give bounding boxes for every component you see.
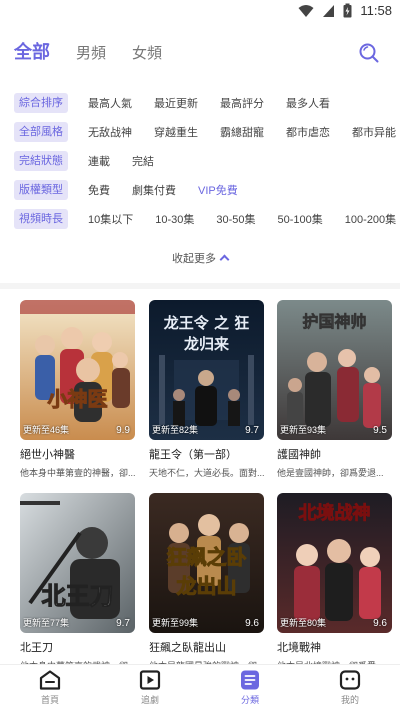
poster-image: 小神医 更新至46集 9.9 (20, 300, 135, 440)
filter-option[interactable]: 免費 (88, 182, 110, 198)
battery-icon (343, 3, 352, 18)
tab-all[interactable]: 全部 (14, 38, 50, 64)
collapse-label: 收起更多 (172, 253, 216, 265)
episode-count: 更新至99集 (152, 618, 199, 628)
episode-count: 更新至82集 (152, 425, 199, 435)
filter-label-style[interactable]: 全部風格 (14, 121, 68, 142)
home-icon (39, 670, 61, 690)
bottom-nav: 首頁 追劇 分類 我的 (0, 664, 400, 712)
filter-label-status[interactable]: 完結狀態 (14, 150, 68, 171)
poster-image: 狂飙之卧龙出山 更新至99集 9.6 (149, 493, 264, 633)
drama-card[interactable]: 北境战神 更新至80集 9.6 北境戰神 他本是北境戰神，卻爲愛... (277, 493, 392, 672)
filter-row-length: 視頻時長 10集以下 10-30集 30-50集 50-100集 100-200… (14, 204, 400, 233)
nav-category[interactable]: 分類 (200, 665, 300, 712)
drama-title: 護國神帥 (277, 449, 321, 461)
signal-icon (323, 4, 335, 17)
nav-label: 追劇 (140, 695, 159, 705)
filter-option[interactable]: 劇集付費 (132, 182, 176, 198)
filter-label-length[interactable]: 視頻時長 (14, 208, 68, 229)
nav-label: 首頁 (40, 695, 59, 705)
filter-option[interactable]: 最多人看 (286, 95, 330, 111)
filter-row-status: 完結狀態 連載 完結 (14, 146, 400, 175)
filter-label-copyright[interactable]: 版權類型 (14, 179, 68, 200)
nav-label: 分類 (240, 695, 259, 705)
poster-image: 护国神帅 更新至93集 9.5 (277, 300, 392, 440)
drama-card[interactable]: 狂飙之卧龙出山 更新至99集 9.6 狂飆之臥龍出山 他本是龍國最強的戰神，卻.… (149, 493, 264, 672)
episode-count: 更新至80集 (280, 618, 327, 628)
drama-card[interactable]: 北王刀 更新至77集 9.7 北王刀 他本身中華第壹的武神，卻... (20, 493, 135, 672)
status-bar: 11:58 (0, 0, 400, 24)
filter-option[interactable]: 完結 (132, 153, 154, 169)
filter-option[interactable]: 都市异能 (352, 124, 396, 140)
filter-row-sort: 綜合排序 最高人氣 最近更新 最高評分 最多人看 (14, 88, 400, 117)
tab-female[interactable]: 女頻 (132, 42, 162, 63)
poster-title-art: 护国神帅 (302, 312, 367, 332)
nav-home[interactable]: 首頁 (0, 665, 100, 712)
chevron-up-icon (219, 254, 230, 265)
filter-option[interactable]: 10-30集 (155, 211, 194, 227)
drama-title: 北王刀 (20, 642, 53, 654)
episode-count: 更新至77集 (23, 618, 70, 628)
poster-image: 北境战神 更新至80集 9.6 (277, 493, 392, 633)
nav-label: 我的 (340, 695, 359, 705)
rating-score: 9.9 (116, 425, 130, 436)
rating-score: 9.6 (373, 618, 387, 629)
nav-watching[interactable]: 追劇 (100, 665, 200, 712)
filter-option[interactable]: 无敌战神 (88, 124, 132, 140)
filter-panel: 綜合排序 最高人氣 最近更新 最高評分 最多人看 全部風格 无敌战神 穿越重生 … (14, 88, 400, 233)
filter-option[interactable]: 100-200集 (345, 211, 396, 227)
drama-card[interactable]: 龙王令 之 狂龙归来 更新至82集 9.7 龍王令（第一部） 天地不仁，大道必長… (149, 300, 264, 479)
search-icon[interactable] (358, 42, 380, 64)
filter-option[interactable]: VIP免費 (198, 182, 238, 198)
status-time: 11:58 (360, 3, 392, 18)
episode-count: 更新至93集 (280, 425, 327, 435)
drama-title: 狂飆之臥龍出山 (149, 642, 226, 654)
filter-option[interactable]: 最高人氣 (88, 95, 132, 111)
collapse-filters-button[interactable]: 收起更多 (0, 250, 400, 266)
filter-option[interactable]: 50-100集 (278, 211, 323, 227)
filter-option[interactable]: 連載 (88, 153, 110, 169)
wifi-icon (298, 4, 314, 17)
poster-title-art: 龙王令 之 狂龙归来 (163, 314, 250, 353)
drama-title: 北境戰神 (277, 642, 321, 654)
filter-option[interactable]: 都市虐恋 (286, 124, 330, 140)
episode-count: 更新至46集 (23, 425, 70, 435)
poster-title-art: 小神医 (47, 387, 108, 412)
tab-male[interactable]: 男頻 (76, 42, 106, 63)
filter-option[interactable]: 最近更新 (154, 95, 198, 111)
filter-label-sort[interactable]: 綜合排序 (14, 92, 68, 113)
rating-score: 9.5 (373, 425, 387, 436)
drama-card[interactable]: 小神医 更新至46集 9.9 絕世小神醫 他本身中華第壹的神醫，卻... (20, 300, 135, 479)
filter-option[interactable]: 30-50集 (216, 211, 255, 227)
poster-title-art: 狂飙之卧龙出山 (166, 545, 247, 599)
poster-image: 北王刀 更新至77集 9.7 (20, 493, 135, 633)
poster-title-art: 北王刀 (41, 581, 114, 611)
poster-image: 龙王令 之 狂龙归来 更新至82集 9.7 (149, 300, 264, 440)
rating-score: 9.6 (245, 618, 259, 629)
rating-score: 9.7 (245, 425, 259, 436)
rating-score: 9.7 (116, 618, 130, 629)
status-icons: 11:58 (298, 3, 392, 18)
top-tabs: 全部 男頻 女頻 (14, 38, 162, 64)
category-icon (241, 670, 259, 690)
drama-title: 絕世小神醫 (20, 449, 75, 461)
play-icon (139, 670, 161, 690)
section-divider (0, 283, 400, 289)
drama-description: 天地不仁，大道必長。面對... (149, 468, 264, 478)
filter-option[interactable]: 穿越重生 (154, 124, 198, 140)
filter-row-copyright: 版權類型 免費 劇集付費 VIP免費 (14, 175, 400, 204)
filter-option[interactable]: 10集以下 (88, 211, 133, 227)
drama-title: 龍王令（第一部） (149, 449, 237, 461)
drama-description: 他本身中華第壹的神醫，卻... (20, 468, 135, 478)
profile-icon (339, 670, 361, 690)
filter-row-style: 全部風格 无敌战神 穿越重生 霸總甜寵 都市虐恋 都市异能 (14, 117, 400, 146)
poster-title-art: 北境战神 (298, 503, 371, 525)
filter-option[interactable]: 最高評分 (220, 95, 264, 111)
filter-option[interactable]: 霸總甜寵 (220, 124, 264, 140)
nav-profile[interactable]: 我的 (300, 665, 400, 712)
drama-description: 他是壹國神帥，卻爲愛退... (277, 468, 384, 478)
drama-card[interactable]: 护国神帅 更新至93集 9.5 護國神帥 他是壹國神帥，卻爲愛退... (277, 300, 392, 479)
